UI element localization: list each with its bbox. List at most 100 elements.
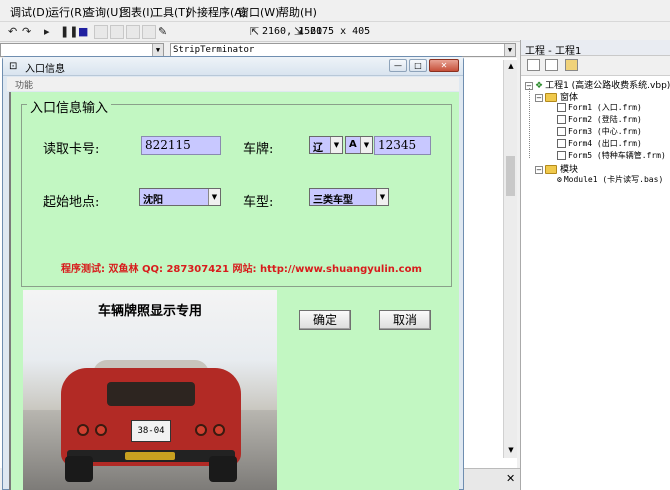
tree-form-item[interactable]: Form5 (特种车辆管.frm) [557,150,666,161]
entry-info-dialog: ⊡ 入口信息 — □ ✕ 功能 入口信息输入 读取卡号: 822115 车牌: … [2,56,464,490]
car-taillight [95,424,107,436]
plate-letter-select[interactable]: A ▼ [345,136,373,154]
procedure-combo[interactable]: StripTerminator ▼ [170,43,516,57]
procedure-combo-value: StripTerminator [173,45,255,55]
immediate-pane: ✕ [458,468,520,490]
tree-module-item[interactable]: ⚙ Module1 (卡片读写.bas) [557,174,663,185]
toolbar: ↶ ↷ ▸ ❚❚ ■ ✎ ⇱ 2160, 1560 ⇲ 2175 x 405 [0,22,520,42]
form-icon [557,115,566,124]
chevron-down-icon[interactable]: ▼ [360,137,372,153]
car-wheel [209,456,237,482]
scroll-thumb[interactable] [506,156,515,196]
tree-line [529,88,530,158]
close-icon[interactable]: ✕ [506,472,515,485]
scroll-down-icon[interactable]: ▼ [505,444,517,456]
dialog-title: 入口信息 [25,64,65,75]
object-browser-icon[interactable] [142,25,156,39]
project-explorer-icon[interactable] [94,25,108,39]
menu-tools[interactable]: 工具(T) [152,4,189,20]
tree-form-item[interactable]: Form1 (入口.frm) [557,102,642,113]
redo-icon[interactable]: ↷ [22,25,31,38]
vehicle-type-select[interactable]: 三类车型 ▼ [309,188,389,206]
chevron-down-icon[interactable]: ▼ [376,189,388,205]
toolbox-icon[interactable]: ✎ [158,25,167,38]
form-icon [557,151,566,160]
chevron-down-icon[interactable]: ▼ [152,44,163,56]
collapse-icon[interactable]: − [535,93,543,102]
app-icon: ⊡ [9,61,18,72]
toggle-folders-icon[interactable] [565,59,578,71]
chevron-down-icon[interactable]: ▼ [208,189,220,205]
ok-button[interactable]: 确定 [299,310,351,330]
properties-window-icon[interactable] [110,25,124,39]
form-icon [557,103,566,112]
origin-value: 沈阳 [143,195,163,206]
position-icon: ⇱ [250,25,260,38]
menu-query[interactable]: 查询(U) [84,4,123,20]
plate-province-value: 辽 [313,143,323,154]
code-scrollbar[interactable]: ▲ ▼ [503,60,517,458]
tree-form-label: Form4 (出口.frm) [568,139,642,148]
car-taillight [195,424,207,436]
folder-icon [545,165,557,174]
tree-form-item[interactable]: Form4 (出口.frm) [557,138,642,149]
scroll-up-icon[interactable]: ▲ [505,60,517,72]
car-taillight [213,424,225,436]
plate-photo: 车辆牌照显示专用 38-04 [23,290,277,490]
maximize-button[interactable]: □ [409,59,427,72]
module-icon: ⚙ [557,175,562,184]
form-icon [557,127,566,136]
car-taillight [77,424,89,436]
start-icon[interactable]: ▸ [44,25,50,38]
car-badge [125,452,175,460]
car-license-plate: 38-04 [131,420,171,442]
tree-form-label: Form3 (中心.frm) [568,127,642,136]
dialog-client: 入口信息输入 读取卡号: 822115 车牌: 辽 ▼ A ▼ 12345 起始… [9,92,459,490]
menu-bar: 调试(D) 运行(R) 查询(U) 图表(I) 工具(T) 外接程序(A) 窗口… [0,0,670,22]
project-explorer-toolbar [521,56,670,76]
vehicle-type-label: 车型: [243,195,274,210]
origin-select[interactable]: 沈阳 ▼ [139,188,221,206]
tree-form-label: Form1 (入口.frm) [568,103,642,112]
tree-form-label: Form5 (特种车辆管.frm) [568,151,666,160]
plate-province-select[interactable]: 辽 ▼ [309,136,343,154]
plate-label: 车牌: [243,142,274,157]
pause-icon[interactable]: ❚❚ [60,25,78,38]
car-window [107,382,195,406]
tree-form-item[interactable]: Form3 (中心.frm) [557,126,642,137]
folder-icon [545,93,557,102]
collapse-icon[interactable]: − [535,165,543,174]
menu-window[interactable]: 窗口(W) [238,4,279,20]
undo-icon[interactable]: ↶ [8,25,17,38]
tree-module-label: Module1 (卡片读写.bas) [563,175,664,184]
object-combo[interactable]: ▼ [0,43,164,57]
card-number-field[interactable]: 822115 [141,136,221,155]
card-label: 读取卡号: [43,142,100,157]
plate-number-field[interactable]: 12345 [374,136,431,155]
menu-help[interactable]: 帮助(H) [278,4,317,20]
menu-debug[interactable]: 调试(D) [10,4,49,20]
chevron-down-icon[interactable]: ▼ [504,44,515,56]
chevron-down-icon[interactable]: ▼ [330,137,342,153]
photo-caption: 车辆牌照显示专用 [97,304,202,319]
minimize-button[interactable]: — [389,59,407,72]
form-layout-icon[interactable] [126,25,140,39]
menu-diagram[interactable]: 图表(I) [120,4,154,20]
size-icon: ⇲ [294,25,304,38]
close-button[interactable]: ✕ [429,59,459,72]
plate-letter-value: A [349,139,357,150]
menu-run[interactable]: 运行(R) [48,4,86,20]
view-object-icon[interactable] [545,59,558,71]
view-code-icon[interactable] [527,59,540,71]
dialog-titlebar[interactable]: ⊡ 入口信息 — □ ✕ [3,57,463,76]
tree-form-item[interactable]: Form2 (登陆.frm) [557,114,642,125]
cancel-button[interactable]: 取消 [379,310,431,330]
origin-label: 起始地点: [43,195,100,210]
project-explorer: 工程 - 工程1 − ❖ 工程1 (高速公路收费系统.vbp) − 窗体 Form1 … [520,40,670,490]
program-info-text: 程序测试: 双鱼林 QQ: 287307421 网站: http://www.s… [61,264,422,275]
dialog-menu-function[interactable]: 功能 [7,77,459,91]
vehicle-type-value: 三类车型 [313,195,353,206]
stop-icon[interactable]: ■ [78,25,88,38]
size-readout: 2175 x 405 [310,26,371,37]
frame-title: 入口信息输入 [27,97,112,116]
